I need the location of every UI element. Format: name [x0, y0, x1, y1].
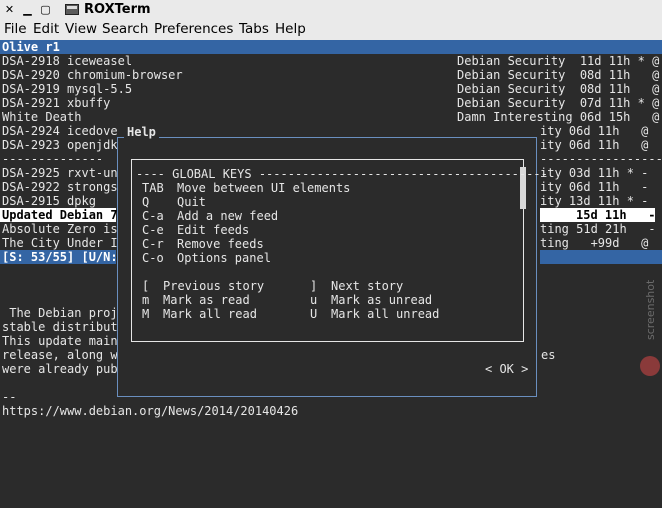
- watermark-logo: [640, 356, 660, 376]
- story-meta: ity 06d 11h @: [540, 138, 649, 152]
- article-line: stable distribut: [2, 320, 118, 334]
- story-row[interactable]: DSA-2918 iceweasel: [2, 54, 132, 68]
- story-meta: Damn Interesting 06d 15h @: [457, 110, 660, 124]
- story-meta: ity 06d 11h -: [540, 180, 649, 194]
- story-row[interactable]: DSA-2915 dpkg: [2, 194, 96, 208]
- article-line: release, along w: [2, 348, 118, 362]
- story-row[interactable]: The City Under I: [2, 236, 118, 250]
- window-titlebar: ✕ ▁ ▢ ROXTerm: [0, 0, 662, 21]
- story-meta: Debian Security 07d 11h * @: [457, 96, 660, 110]
- menu-edit[interactable]: Edit: [33, 21, 59, 37]
- help-key: U: [310, 307, 318, 321]
- help-desc: Edit feeds: [177, 223, 250, 237]
- feed-separator: --------------: [2, 152, 104, 166]
- help-key: m: [142, 293, 150, 307]
- article-line-fragment: es: [541, 348, 556, 362]
- help-key: [: [142, 279, 150, 293]
- ok-button[interactable]: < OK >: [485, 362, 528, 376]
- watermark: screenshot: [644, 279, 657, 340]
- maximize-icon[interactable]: ▢: [40, 4, 51, 15]
- story-row[interactable]: DSA-2920 chromium-browser: [2, 68, 183, 82]
- menu-search[interactable]: Search: [102, 21, 148, 37]
- help-desc: Move between UI elements: [177, 181, 351, 195]
- status-line: [S: 53/55] [U/N:: [2, 250, 118, 264]
- menubar: File Edit View Search Preferences Tabs H…: [0, 20, 662, 40]
- close-icon[interactable]: ✕: [4, 4, 15, 15]
- help-dialog-title: Help: [124, 125, 159, 139]
- story-row[interactable]: DSA-2919 mysql-5.5: [2, 82, 132, 96]
- story-meta: ity 03d 11h * -: [540, 166, 649, 180]
- feed-separator: -------------------: [540, 152, 662, 166]
- help-desc: Add a new feed: [177, 209, 279, 223]
- help-key: C-o: [142, 251, 164, 265]
- help-key: Q: [142, 195, 150, 209]
- window-title: ROXTerm: [84, 2, 151, 17]
- help-header: ---- GLOBAL KEYS -----------------------…: [136, 167, 548, 181]
- story-meta: Debian Security 11d 11h * @: [457, 54, 660, 68]
- article-line: The Debian proj: [2, 306, 118, 320]
- help-key: u: [310, 293, 318, 307]
- story-row[interactable]: DSA-2923 openjdk: [2, 138, 118, 152]
- story-row[interactable]: DSA-2924 icedove: [2, 124, 118, 138]
- story-meta: ity 06d 11h @: [540, 124, 649, 138]
- help-key: C-e: [142, 223, 164, 237]
- help-key: M: [142, 307, 150, 321]
- feed-header: Olive r1: [2, 40, 60, 54]
- help-key: ]: [310, 279, 318, 293]
- menu-tabs[interactable]: Tabs: [239, 21, 269, 37]
- menu-view[interactable]: View: [65, 21, 97, 37]
- feed-header-bar: [0, 40, 662, 54]
- story-meta: ity 13d 11h * -: [540, 194, 649, 208]
- article-url[interactable]: https://www.debian.org/News/2014/2014042…: [2, 404, 298, 418]
- article-line: This update main: [2, 334, 118, 348]
- help-desc: Previous story: [163, 279, 265, 293]
- help-desc: Mark as unread: [331, 293, 433, 307]
- help-key: TAB: [142, 181, 164, 195]
- menu-help[interactable]: Help: [275, 21, 306, 37]
- menu-file[interactable]: File: [4, 21, 27, 37]
- help-desc: Mark all read: [163, 307, 257, 321]
- help-desc: Options panel: [177, 251, 271, 265]
- story-meta: ting +99d @: [540, 236, 649, 250]
- selected-story[interactable]: Updated Debian 7: [2, 208, 118, 222]
- story-meta: Debian Security 08d 11h @: [457, 68, 660, 82]
- menu-preferences[interactable]: Preferences: [154, 21, 233, 37]
- help-key: C-r: [142, 237, 164, 251]
- selected-story-meta: 15d 11h -: [576, 208, 656, 222]
- help-desc: Mark all unread: [331, 307, 440, 321]
- terminal-app-icon: [65, 4, 79, 15]
- story-meta: Debian Security 08d 11h @: [457, 82, 660, 96]
- minimize-icon[interactable]: ▁: [22, 4, 33, 15]
- article-separator: --: [2, 390, 17, 404]
- help-key: C-a: [142, 209, 164, 223]
- help-desc: Remove feeds: [177, 237, 264, 251]
- help-desc: Quit: [177, 195, 206, 209]
- story-row[interactable]: DSA-2922 strongs: [2, 180, 118, 194]
- help-desc: Mark as read: [163, 293, 250, 307]
- story-row[interactable]: Absolute Zero is: [2, 222, 118, 236]
- story-row[interactable]: White Death: [2, 110, 81, 124]
- story-row[interactable]: DSA-2925 rxvt-un: [2, 166, 118, 180]
- story-row[interactable]: DSA-2921 xbuffy: [2, 96, 110, 110]
- article-line: were already pub: [2, 362, 118, 376]
- story-meta: ting 51d 21h -: [540, 222, 656, 236]
- help-desc: Next story: [331, 279, 404, 293]
